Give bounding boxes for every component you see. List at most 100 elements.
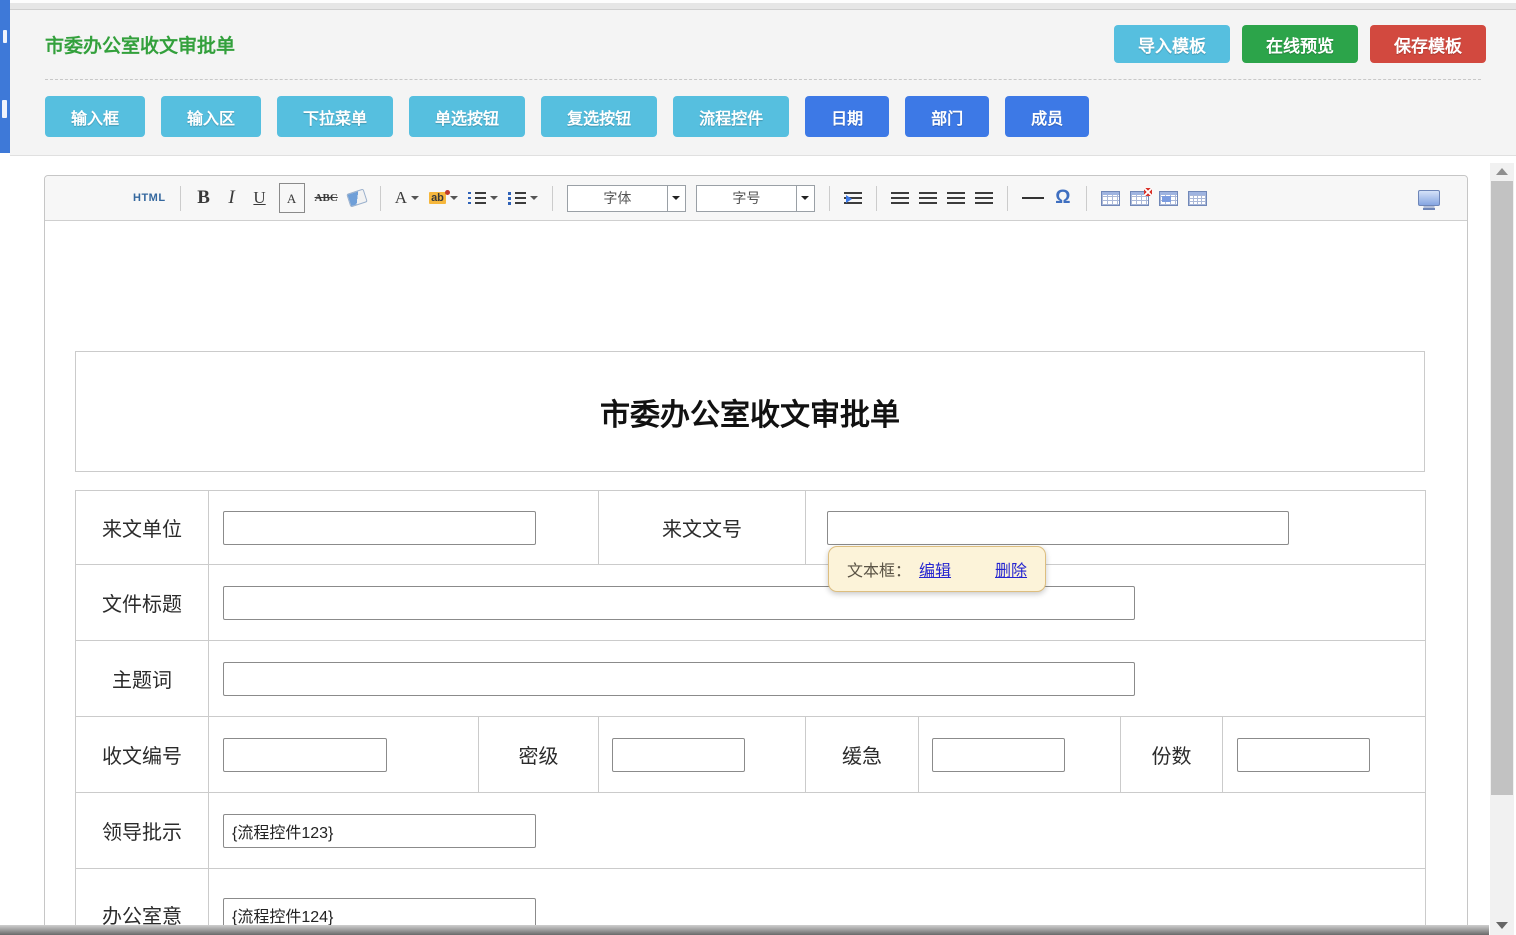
- radio-button-button[interactable]: 单选按钮: [409, 96, 525, 137]
- table-grid-icon: [1188, 191, 1207, 206]
- department-button[interactable]: 部门: [905, 96, 989, 137]
- align-left-button[interactable]: [891, 184, 909, 212]
- table-row: 来文单位 来文文号: [76, 491, 1426, 565]
- incoming-unit-input[interactable]: [223, 511, 536, 545]
- table-props-button[interactable]: [1188, 184, 1207, 212]
- unordered-list-button[interactable]: [508, 184, 538, 212]
- underline-button[interactable]: U: [251, 184, 269, 212]
- delete-link[interactable]: 删除: [995, 557, 1027, 581]
- ordered-list-button[interactable]: [468, 184, 498, 212]
- table-row: 主题词: [76, 641, 1426, 717]
- justify-button[interactable]: [975, 184, 993, 212]
- toolbar-separator: [180, 186, 181, 211]
- document-title-label: 文件标题: [76, 565, 209, 641]
- chevron-down-icon: [450, 196, 458, 200]
- copies-cell: [1223, 717, 1426, 793]
- align-right-button[interactable]: [947, 184, 965, 212]
- font-family-value: 字体: [568, 186, 667, 211]
- unordered-list-icon: [508, 192, 526, 205]
- dashed-divider: [45, 79, 1481, 80]
- save-template-button[interactable]: 保存模板: [1370, 25, 1486, 63]
- receipt-number-label: 收文编号: [76, 717, 209, 793]
- secrecy-level-label: 密级: [479, 717, 599, 793]
- date-button[interactable]: 日期: [805, 96, 889, 137]
- editor-toolbar: HTML B I U A ABC A ab 字体 字号 Ω: [45, 176, 1467, 221]
- toolbar-separator: [1007, 186, 1008, 211]
- tooltip-label: 文本框：: [847, 557, 911, 581]
- scroll-up-icon[interactable]: [1496, 168, 1508, 175]
- font-style-button[interactable]: A: [279, 183, 305, 213]
- form-title: 市委办公室收文审批单: [600, 390, 900, 434]
- strikethrough-button[interactable]: ABC: [315, 184, 338, 212]
- toolbar-separator: [552, 186, 553, 211]
- toolbar-separator: [876, 186, 877, 211]
- subject-words-cell: [209, 641, 1426, 717]
- import-template-button[interactable]: 导入模板: [1114, 25, 1230, 63]
- incoming-number-input[interactable]: [827, 511, 1289, 545]
- toolbar-separator: [1086, 186, 1087, 211]
- flow-control-button[interactable]: 流程控件: [673, 96, 789, 137]
- header-actions: 导入模板 在线预览 保存模板: [1114, 25, 1486, 63]
- insert-table-button[interactable]: [1101, 184, 1120, 212]
- scroll-down-icon[interactable]: [1496, 922, 1508, 929]
- chevron-down-icon: [411, 196, 419, 200]
- secrecy-level-input[interactable]: [612, 738, 745, 772]
- horizontal-rule-button[interactable]: [1022, 184, 1044, 212]
- eraser-icon: [346, 189, 367, 208]
- input-area-button[interactable]: 输入区: [161, 96, 261, 137]
- scroll-thumb[interactable]: [1491, 181, 1513, 795]
- table-row: 领导批示: [76, 793, 1426, 869]
- source-code-button[interactable]: HTML: [133, 184, 166, 212]
- scrollbar[interactable]: [1490, 163, 1514, 935]
- urgency-label: 缓急: [806, 717, 919, 793]
- window-bottom-edge: [0, 925, 1489, 935]
- bold-button[interactable]: B: [195, 184, 213, 212]
- subject-words-input[interactable]: [223, 662, 1135, 696]
- chevron-down-icon: [672, 196, 680, 200]
- remove-format-button[interactable]: [348, 184, 366, 212]
- copies-input[interactable]: [1237, 738, 1370, 772]
- leader-comments-input[interactable]: [223, 814, 536, 848]
- font-family-dropdown-button[interactable]: [667, 186, 685, 211]
- leader-comments-cell: [209, 793, 1426, 869]
- table-delete-icon: [1130, 191, 1149, 206]
- delete-table-button[interactable]: [1130, 184, 1149, 212]
- incoming-unit-label: 来文单位: [76, 491, 209, 565]
- chevron-down-icon: [530, 196, 538, 200]
- fullscreen-button[interactable]: [1418, 184, 1442, 212]
- online-preview-button[interactable]: 在线预览: [1242, 25, 1358, 63]
- receipt-number-cell: [209, 717, 479, 793]
- italic-button[interactable]: I: [223, 184, 241, 212]
- align-center-button[interactable]: [919, 184, 937, 212]
- font-family-select[interactable]: 字体: [567, 185, 686, 212]
- font-size-value: 字号: [697, 186, 796, 211]
- checkbox-button[interactable]: 复选按钮: [541, 96, 657, 137]
- editor-canvas[interactable]: 市委办公室收文审批单 来文单位 来文文号: [45, 221, 1467, 935]
- special-char-button[interactable]: Ω: [1054, 184, 1072, 212]
- table-cell-props-button[interactable]: [1159, 184, 1178, 212]
- align-right-icon: [947, 192, 965, 205]
- window-top-edge: [0, 0, 1516, 10]
- subject-words-label: 主题词: [76, 641, 209, 717]
- copies-label: 份数: [1121, 717, 1223, 793]
- incoming-unit-cell: [209, 491, 599, 565]
- font-size-dropdown-button[interactable]: [796, 186, 814, 211]
- left-page-edge: [0, 0, 10, 153]
- page-title: 市委办公室收文审批单: [45, 31, 235, 58]
- form-title-box: 市委办公室收文审批单: [75, 351, 1425, 472]
- input-box-button[interactable]: 输入框: [45, 96, 145, 137]
- font-color-button[interactable]: A: [395, 184, 419, 212]
- indent-button[interactable]: [844, 184, 862, 212]
- incoming-number-label: 来文文号: [599, 491, 806, 565]
- edit-link[interactable]: 编辑: [919, 557, 951, 581]
- dropdown-menu-button[interactable]: 下拉菜单: [277, 96, 393, 137]
- receipt-number-input[interactable]: [223, 738, 387, 772]
- toolbar-separator: [380, 186, 381, 211]
- highlight-color-button[interactable]: ab: [429, 184, 458, 212]
- justify-icon: [975, 192, 993, 205]
- urgency-input[interactable]: [932, 738, 1065, 772]
- table-row: 收文编号 密级 缓急 份数: [76, 717, 1426, 793]
- member-button[interactable]: 成员: [1005, 96, 1089, 137]
- font-size-select[interactable]: 字号: [696, 185, 815, 212]
- urgency-cell: [919, 717, 1121, 793]
